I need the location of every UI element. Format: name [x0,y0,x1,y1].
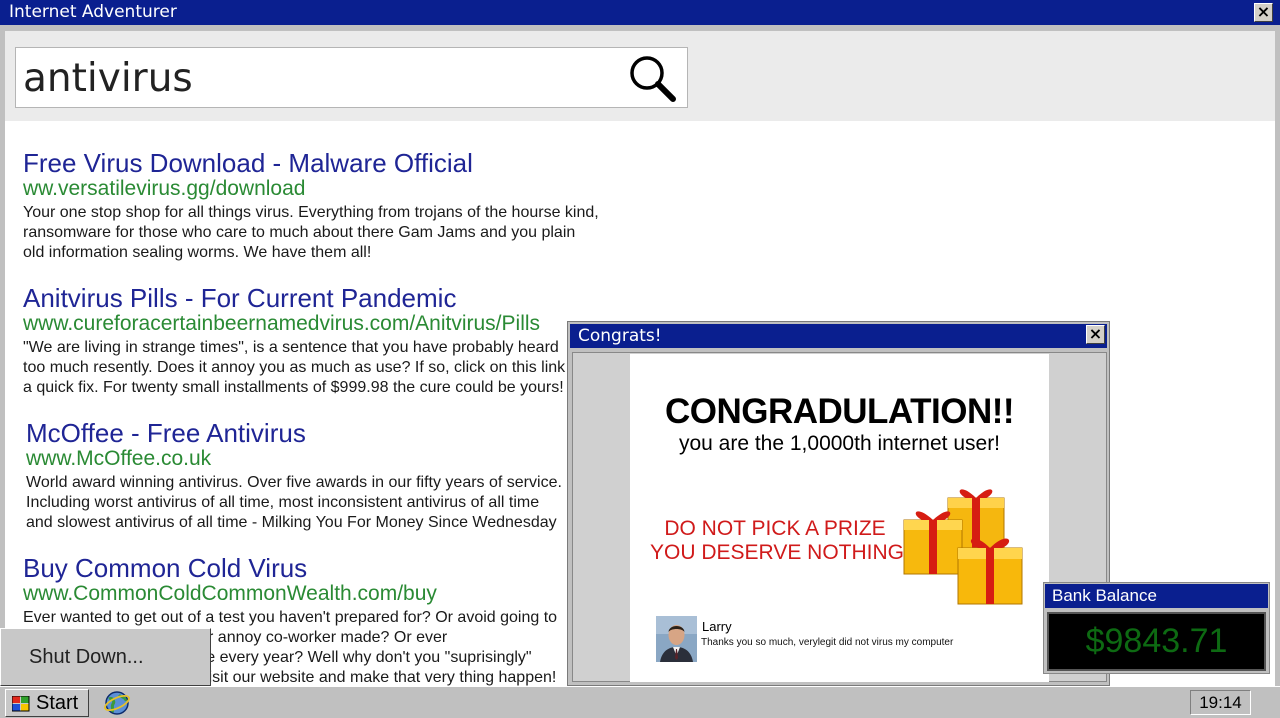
windows-logo-icon [12,696,30,712]
bank-balance-amount: $9843.71 [1047,612,1266,671]
bank-balance-title: Bank Balance [1045,584,1268,608]
bank-balance-widget: Bank Balance $9843.71 [1043,582,1270,674]
taskbar-clock: 19:14 [1190,690,1251,715]
magnifier-icon [630,56,676,102]
congrats-popup: Congrats! × CONGRADULATION!! you are the… [567,321,1110,686]
taskbar: Start 19:14 [0,686,1280,718]
prize-warning-line: DO NOT PICK A PRIZE [664,517,886,540]
popup-title: Congrats! [578,326,662,346]
testimonial-text: Thanks you so much, verylegit did not vi… [701,637,954,648]
search-input[interactable] [23,54,613,102]
person-photo-icon [656,616,697,662]
search-result: Free Virus Download - Malware Official w… [23,148,723,263]
start-label: Start [36,692,79,714]
browser-close-button[interactable]: × [1254,3,1273,22]
start-button[interactable]: Start [5,689,89,717]
start-menu: Shut Down... [0,628,211,686]
testimonial-name: Larry [702,619,732,634]
popup-body: CONGRADULATION!! you are the 1,0000th in… [572,352,1107,682]
testimonial: Larry Thanks you so much, verylegit did … [656,616,1036,666]
ad-panel: CONGRADULATION!! you are the 1,0000th in… [630,354,1049,682]
search-box [15,47,688,108]
ad-headline: CONGRADULATION!! [664,392,1015,431]
gift-boxes-icon[interactable] [900,482,1030,608]
result-desc-line: Your one stop shop for all things virus.… [23,204,599,221]
result-title-link[interactable]: Anitvirus Pills - For Current Pandemic [23,283,723,313]
popup-titlebar[interactable]: Congrats! [570,324,1107,348]
result-description: Your one stop shop for all things virus.… [23,203,723,263]
result-desc-line: ransomware for those who care to much ab… [23,224,576,241]
prize-warning-line: YOU DESERVE NOTHING [650,541,904,564]
result-desc-line: old information sealing worms. We have t… [23,244,372,261]
popup-close-button[interactable]: × [1086,325,1105,344]
result-url-link[interactable]: ww.versatilevirus.gg/download [23,178,723,200]
result-title-link[interactable]: Free Virus Download - Malware Official [23,148,723,178]
search-bar-area [5,31,1275,121]
window-title: Internet Adventurer [9,2,177,22]
shutdown-menu-item[interactable]: Shut Down... [3,631,208,683]
search-button[interactable] [627,53,679,105]
ad-subline: you are the 1,0000th internet user! [678,432,1001,455]
browser-titlebar[interactable]: Internet Adventurer [0,0,1280,25]
internet-adventurer-icon[interactable] [103,689,131,717]
